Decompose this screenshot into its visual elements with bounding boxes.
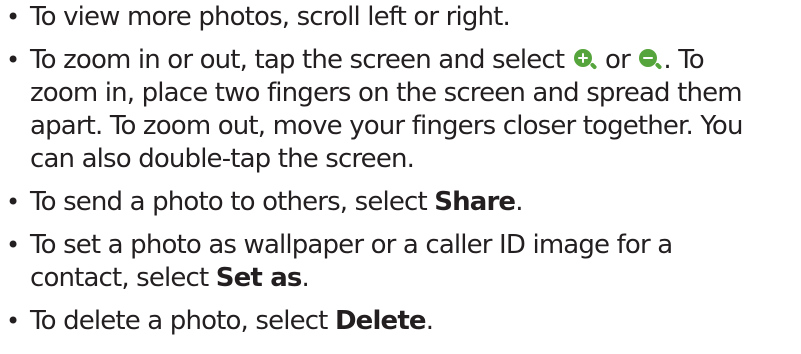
instruction-list: • To view more photos, scroll left or ri… — [0, 0, 801, 336]
zoom-out-icon — [639, 49, 663, 71]
bullet: • — [6, 188, 20, 216]
item-text-line: contact, select Set as. — [30, 262, 801, 295]
item-text: To zoom in or out, tap the screen and se… — [30, 45, 565, 75]
item-text: . — [515, 187, 523, 217]
list-item-scroll: • To view more photos, scroll left or ri… — [0, 1, 801, 34]
list-item-delete: • To delete a photo, select Delete. — [0, 305, 801, 338]
item-text: can also double-tap the screen. — [30, 144, 415, 174]
item-text: To view more photos, scroll left or righ… — [30, 2, 511, 32]
list-item-share: • To send a photo to others, select Shar… — [0, 186, 801, 219]
list-item-zoom: • To zoom in or out, tap the screen and … — [0, 44, 801, 176]
list-item-set-as: • To set a photo as wallpaper or a calle… — [0, 229, 801, 295]
item-text: or — [605, 45, 631, 75]
item-text: . — [425, 306, 434, 336]
item-text-line: To zoom in or out, tap the screen and se… — [30, 44, 801, 77]
item-text: . To — [663, 45, 704, 75]
item-text: contact, select — [30, 263, 209, 293]
item-text: . — [301, 263, 310, 293]
item-text: To delete a photo, select — [30, 306, 328, 336]
bullet: • — [6, 231, 20, 259]
zoom-in-icon — [573, 49, 597, 71]
bullet: • — [6, 3, 20, 31]
item-text: apart. To zoom out, move your fingers cl… — [30, 111, 743, 141]
share-label: Share — [434, 187, 516, 217]
delete-label: Delete — [334, 306, 427, 336]
item-text-line: To delete a photo, select Delete. — [30, 305, 801, 338]
item-text: To send a photo to others, select — [30, 187, 428, 217]
item-text: zoom in, place two fingers on the screen… — [30, 78, 743, 108]
item-text: To set a photo as wallpaper or a caller … — [30, 230, 673, 260]
bullet: • — [6, 307, 20, 335]
item-text-line: To send a photo to others, select Share. — [30, 186, 801, 219]
bullet: • — [6, 46, 20, 74]
set-as-label: Set as — [215, 263, 303, 293]
